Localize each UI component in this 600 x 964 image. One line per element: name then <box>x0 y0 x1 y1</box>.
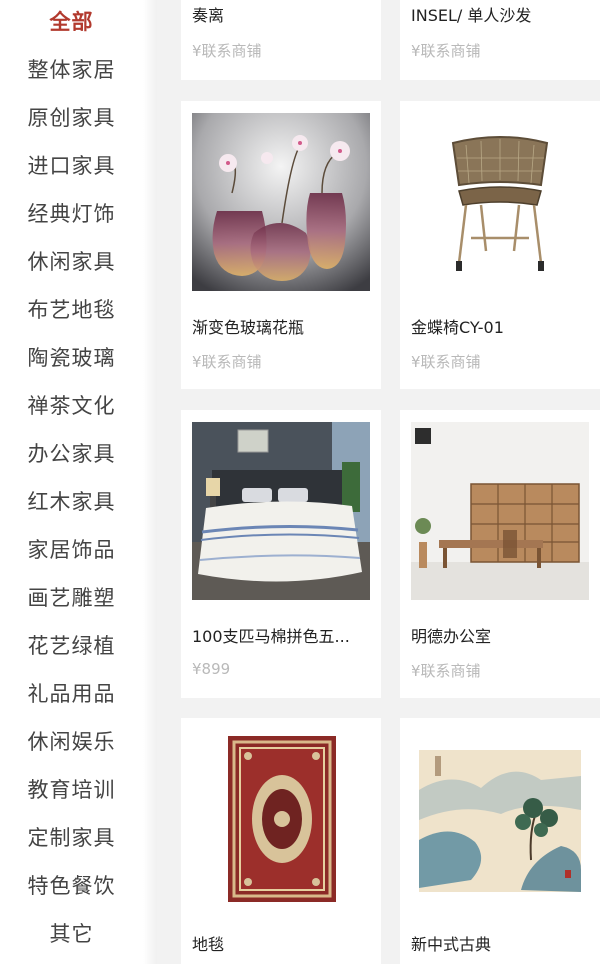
category-zen-tea[interactable]: 禅茶文化 <box>0 386 143 426</box>
category-education[interactable]: 教育培训 <box>0 770 143 810</box>
product-price: ¥联系商铺 <box>192 353 262 371</box>
bed-image <box>192 422 370 600</box>
category-entertainment[interactable]: 休闲娱乐 <box>0 722 143 762</box>
category-whole-home[interactable]: 整体家居 <box>0 50 143 90</box>
product-grid: 奏离 ¥联系商铺 INSEL/ 单人沙发 ¥联系商铺 渐变色玻璃花瓶 ¥联系商铺… <box>157 0 600 964</box>
product-card[interactable]: 奏离 ¥联系商铺 <box>181 0 381 80</box>
product-name: 新中式古典 <box>411 935 492 954</box>
product-card[interactable]: 新中式古典 <box>400 718 600 964</box>
category-all[interactable]: 全部 <box>0 2 143 42</box>
product-name: INSEL/ 单人沙发 <box>411 6 532 25</box>
category-original-furniture[interactable]: 原创家具 <box>0 98 143 138</box>
product-name: 金蝶椅CY-01 <box>411 318 504 337</box>
category-gifts[interactable]: 礼品用品 <box>0 674 143 714</box>
product-name: 地毯 <box>192 935 225 954</box>
product-card[interactable]: 地毯 <box>181 718 381 964</box>
product-card[interactable]: 金蝶椅CY-01 ¥联系商铺 <box>400 101 600 389</box>
category-redwood-furniture[interactable]: 红木家具 <box>0 482 143 522</box>
product-name: 100支匹马棉拼色五... <box>192 627 350 646</box>
product-name: 奏离 <box>192 6 225 25</box>
product-card[interactable]: 渐变色玻璃花瓶 ¥联系商铺 <box>181 101 381 389</box>
product-price: ¥联系商铺 <box>192 42 262 60</box>
office-image <box>411 422 589 600</box>
product-name: 渐变色玻璃花瓶 <box>192 318 305 337</box>
category-custom-furniture[interactable]: 定制家具 <box>0 818 143 858</box>
vase-image <box>192 113 370 291</box>
category-home-decor[interactable]: 家居饰品 <box>0 530 143 570</box>
category-fabric-carpet[interactable]: 布艺地毯 <box>0 290 143 330</box>
category-office-furniture[interactable]: 办公家具 <box>0 434 143 474</box>
product-price: ¥联系商铺 <box>411 353 481 371</box>
product-price: ¥联系商铺 <box>411 662 481 680</box>
painting-image <box>411 730 589 908</box>
category-sidebar: 全部 整体家居 原创家具 进口家具 经典灯饰 休闲家具 布艺地毯 陶瓷玻璃 禅茶… <box>0 0 157 964</box>
category-imported-furniture[interactable]: 进口家具 <box>0 146 143 186</box>
product-price: ¥899 <box>192 660 231 678</box>
category-other[interactable]: 其它 <box>0 914 143 954</box>
rug-image <box>192 730 370 908</box>
category-dining[interactable]: 特色餐饮 <box>0 866 143 906</box>
product-name: 明德办公室 <box>411 627 492 646</box>
category-leisure-furniture[interactable]: 休闲家具 <box>0 242 143 282</box>
chair-image <box>411 113 589 291</box>
product-price: ¥联系商铺 <box>411 42 481 60</box>
category-floral-green[interactable]: 花艺绿植 <box>0 626 143 666</box>
product-card[interactable]: 明德办公室 ¥联系商铺 <box>400 410 600 698</box>
category-ceramic-glass[interactable]: 陶瓷玻璃 <box>0 338 143 378</box>
product-card[interactable]: INSEL/ 单人沙发 ¥联系商铺 <box>400 0 600 80</box>
product-card[interactable]: 100支匹马棉拼色五... ¥899 <box>181 410 381 698</box>
category-classic-lighting[interactable]: 经典灯饰 <box>0 194 143 234</box>
category-art-sculpture[interactable]: 画艺雕塑 <box>0 578 143 618</box>
